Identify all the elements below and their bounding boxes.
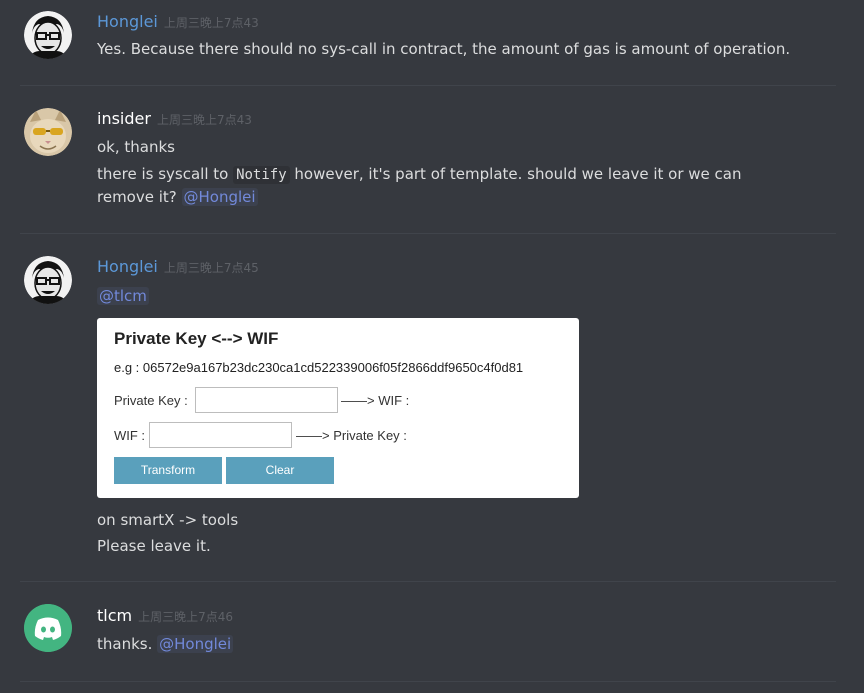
message-header: Honglei 上周三晚上7点45 xyxy=(97,257,259,276)
user-mention[interactable]: @tlcm xyxy=(97,287,149,305)
text-segment: however, it's part of template. should w… xyxy=(289,165,742,183)
text-segment: thanks. xyxy=(97,635,158,653)
message-text: @tlcm xyxy=(97,285,149,307)
image-attachment[interactable]: Private Key <--> WIF e.g : 06572e9a167b2… xyxy=(97,318,579,498)
text-segment: remove it? xyxy=(97,188,182,206)
portrait-icon xyxy=(24,11,72,59)
author-name[interactable]: Honglei xyxy=(97,257,158,276)
author-name[interactable]: Honglei xyxy=(97,12,158,31)
message-divider xyxy=(20,681,836,682)
message-text: Please leave it. xyxy=(97,537,211,555)
message-text: there is syscall to Notify however, it's… xyxy=(97,163,742,186)
message-header: Honglei 上周三晚上7点43 xyxy=(97,12,259,31)
chat-messages: Honglei 上周三晚上7点43 Yes. Because there shou… xyxy=(0,0,864,693)
timestamp: 上周三晚上7点43 xyxy=(163,16,259,30)
avatar-insider[interactable] xyxy=(24,108,72,156)
author-name[interactable]: tlcm xyxy=(97,606,132,625)
message-divider xyxy=(20,233,836,234)
message-text: remove it? @Honglei xyxy=(97,186,258,208)
timestamp: 上周三晚上7点46 xyxy=(138,610,234,624)
message-text: Yes. Because there should no sys-call in… xyxy=(97,40,791,58)
inline-code: Notify xyxy=(233,166,290,184)
author-name[interactable]: insider xyxy=(97,109,151,128)
embed-title: Private Key <--> WIF xyxy=(114,329,279,348)
message-divider xyxy=(20,85,836,86)
timestamp: 上周三晚上7点45 xyxy=(163,261,259,275)
transform-button: Transform xyxy=(114,457,222,484)
message-header: tlcm 上周三晚上7点46 xyxy=(97,606,233,625)
avatar-tlcm[interactable] xyxy=(24,604,72,652)
message-header: insider 上周三晚上7点43 xyxy=(97,109,252,128)
text-segment: there is syscall to xyxy=(97,165,234,183)
timestamp: 上周三晚上7点43 xyxy=(156,113,252,127)
wif-input xyxy=(149,422,292,448)
message-divider xyxy=(20,581,836,582)
cat-sunglasses-icon xyxy=(24,108,72,156)
message-text: thanks. @Honglei xyxy=(97,633,234,655)
message-text: on smartX -> tools xyxy=(97,511,239,529)
wif-arrow-label: ——> WIF : xyxy=(341,393,410,408)
user-mention[interactable]: @Honglei xyxy=(157,635,234,653)
avatar-honglei[interactable] xyxy=(24,256,72,304)
avatar-honglei[interactable] xyxy=(24,11,72,59)
user-mention[interactable]: @Honglei xyxy=(181,188,258,206)
discord-logo-icon xyxy=(24,604,72,652)
message-text: ok, thanks xyxy=(97,138,175,156)
wif-label: WIF : xyxy=(114,428,146,443)
embed-example: e.g : 06572e9a167b23dc230ca1cd522339006f… xyxy=(114,360,524,375)
private-key-arrow-label: ——> Private Key : xyxy=(296,428,407,443)
private-key-input xyxy=(195,387,338,413)
private-key-label: Private Key : xyxy=(114,393,188,408)
portrait-icon xyxy=(24,256,72,304)
clear-button: Clear xyxy=(226,457,334,484)
